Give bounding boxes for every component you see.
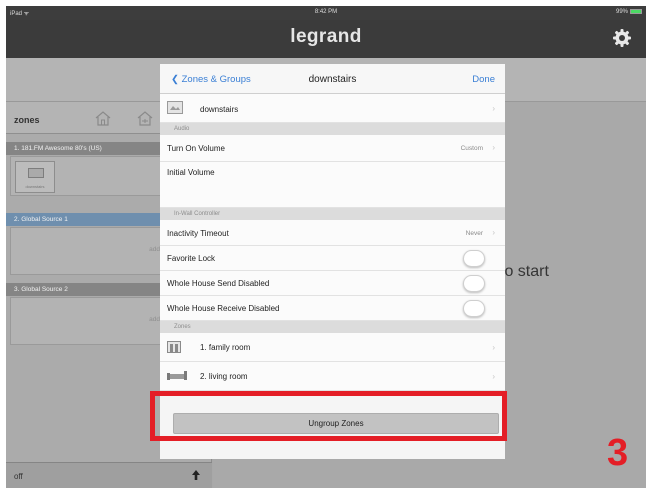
favorite-lock-toggle[interactable] [463,250,485,267]
group-home-icon[interactable] [136,110,154,126]
status-time: 8:42 PM [314,9,338,15]
chevron-right-icon: › [492,104,495,113]
chevron-right-icon: › [492,372,495,381]
brand-logo: legrand [290,26,362,47]
zone-row-family-room[interactable]: 1. family room › [160,333,505,362]
zone-row-living-room[interactable]: 2. living room › [160,362,505,391]
power-footer: off [6,462,212,488]
speaker-icon [28,168,44,178]
chevron-right-icon: › [492,228,495,237]
speaker-icon [167,101,183,114]
zone-icon [167,341,181,353]
battery-icon [630,9,642,14]
whole-house-receive-row: Whole House Receive Disabled [160,296,505,321]
controller-section-header: In-Wall Controller [160,208,505,220]
whole-house-receive-label: Whole House Receive Disabled [167,304,280,313]
chevron-right-icon: › [492,143,495,152]
audio-section-header: Audio [160,123,505,135]
status-bar: iPad ᯤ 8:42 PM 99% [6,6,646,20]
turn-on-volume-value: Custom [460,145,483,152]
callout-highlight [150,391,507,441]
zone-thumb-label: downstairs [25,184,45,189]
gear-icon[interactable] [612,28,632,48]
inactivity-timeout-row[interactable]: Inactivity Timeout Never › [160,220,505,246]
favorite-lock-row: Favorite Lock [160,246,505,271]
zones-section-header: Zones [160,321,505,333]
done-button[interactable]: Done [472,74,495,85]
zone-label: 1. family room [200,343,251,352]
zone-thumbnail[interactable]: downstairs [15,161,55,193]
power-state[interactable]: off [14,472,23,481]
zone-label: 2. living room [200,372,248,381]
turn-on-volume-row[interactable]: Turn On Volume Custom › [160,135,505,162]
sofa-icon [167,371,187,380]
inactivity-timeout-value: Never [465,230,483,237]
step-number: 3 [607,432,629,474]
group-name-label: downstairs [200,105,239,114]
initial-volume-label: Initial Volume [167,168,215,177]
start-hint: to start [500,263,549,280]
arrow-up-icon[interactable] [192,470,200,480]
favorite-lock-label: Favorite Lock [167,254,216,263]
whole-house-send-toggle[interactable] [463,275,485,292]
battery-percent: 99% [615,9,628,15]
popover-title: downstairs [308,74,357,85]
whole-house-send-label: Whole House Send Disabled [167,279,270,288]
initial-volume-row: Initial Volume [160,162,505,208]
chevron-right-icon: › [492,343,495,352]
popover-nav: ❮ Zones & Groups downstairs Done [160,64,505,94]
title-bar: legrand [6,20,646,58]
inactivity-timeout-label: Inactivity Timeout [167,229,229,238]
home-icon[interactable] [94,110,112,126]
battery-indicator: 99% [616,9,642,15]
zones-title: zones [14,115,40,125]
whole-house-receive-toggle[interactable] [463,300,485,317]
whole-house-send-row: Whole House Send Disabled [160,271,505,296]
group-name-row[interactable]: downstairs › [160,94,505,123]
turn-on-volume-label: Turn On Volume [167,144,225,153]
